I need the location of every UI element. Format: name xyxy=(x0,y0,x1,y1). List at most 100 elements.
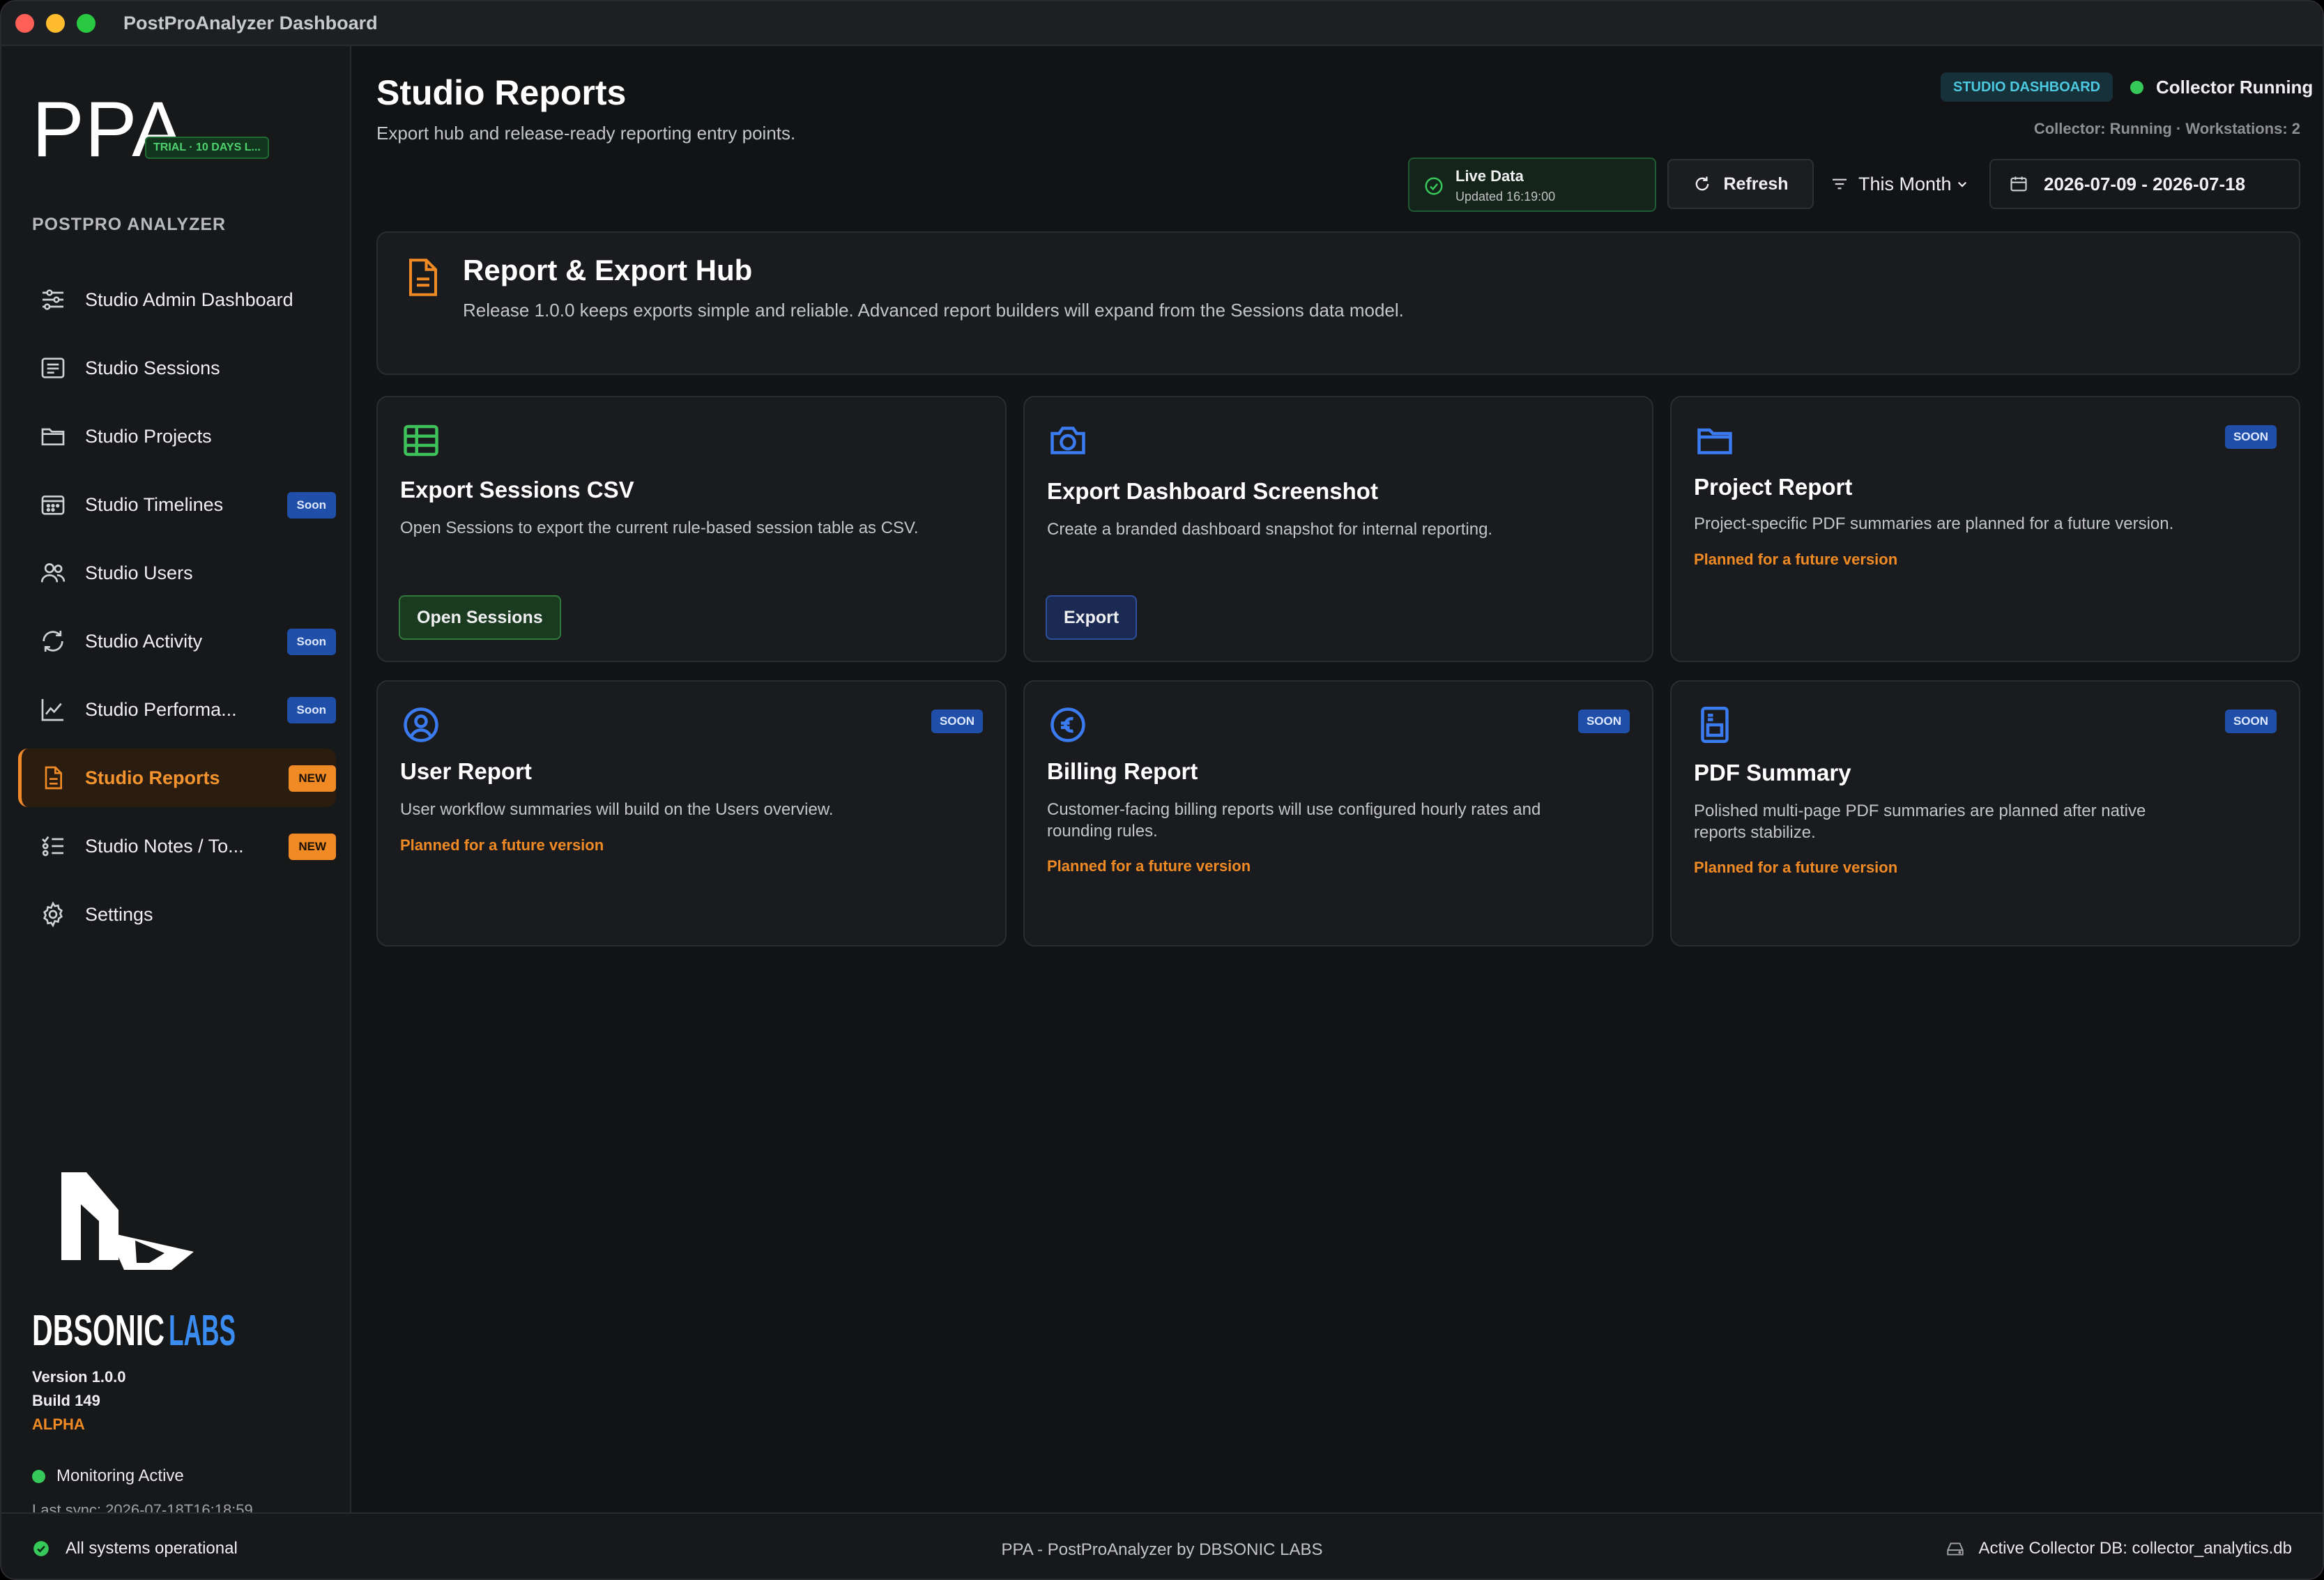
euro-icon xyxy=(1047,704,1089,746)
soon-badge: Soon xyxy=(286,629,336,655)
open-sessions-button[interactable]: Open Sessions xyxy=(399,595,561,640)
close-window-button[interactable] xyxy=(15,13,34,33)
export-dashboard-screenshot-card: Export Dashboard Screenshot Create a bra… xyxy=(1023,396,1653,662)
window-controls xyxy=(15,13,95,33)
sidebar-item-label: Studio Timelines xyxy=(85,493,224,515)
sync-icon xyxy=(39,627,67,655)
checklist-icon xyxy=(39,832,67,860)
sidebar-item-activity[interactable]: Studio Activity Soon xyxy=(18,612,336,670)
collector-detail: Collector: Running · Workstations: 2 xyxy=(2033,120,2300,137)
sidebar-item-users[interactable]: Studio Users xyxy=(18,544,336,602)
sidebar: PPA TRIAL · 10 DAYS L... POSTPRO ANALYZE… xyxy=(1,46,351,1519)
refresh-label: Refresh xyxy=(1723,174,1789,194)
sidebar-item-sessions[interactable]: Studio Sessions xyxy=(18,339,336,397)
sidebar-item-performance[interactable]: Studio Performa... Soon xyxy=(18,680,336,739)
tile-description: Polished multi-page PDF summaries are pl… xyxy=(1694,801,2146,842)
status-bar: All systems operational PPA - PostProAna… xyxy=(1,1512,2323,1579)
refresh-button[interactable]: Refresh xyxy=(1667,159,1814,209)
sidebar-item-label: Studio Sessions xyxy=(85,357,220,378)
export-button[interactable]: Export xyxy=(1046,595,1138,640)
tile-description: Create a branded dashboard snapshot for … xyxy=(1047,520,1493,539)
status-dot-icon xyxy=(2130,81,2143,94)
main-content: Studio Reports Export hub and release-re… xyxy=(353,46,2323,1512)
active-db-label: Active Collector DB: collector_analytics… xyxy=(1978,1539,2292,1558)
date-range-label: 2026-07-09 - 2026-07-18 xyxy=(2044,173,2246,194)
table-icon xyxy=(400,420,442,461)
sidebar-item-projects[interactable]: Studio Projects xyxy=(18,407,336,466)
zoom-window-button[interactable] xyxy=(77,13,95,33)
sidebar-item-admin-dashboard[interactable]: Studio Admin Dashboard xyxy=(18,270,336,329)
tile-description: User workflow summaries will build on th… xyxy=(400,800,834,819)
refresh-icon xyxy=(1696,176,1709,191)
build-label: Build 149 xyxy=(32,1392,100,1409)
drive-icon xyxy=(1947,1542,1964,1556)
new-badge: NEW xyxy=(289,834,336,860)
tile-title: PDF Summary xyxy=(1694,760,1851,785)
page-title: Studio Reports xyxy=(376,73,627,112)
planned-label: Planned for a future version xyxy=(1047,857,1251,875)
logo-text-dbsonic: DBSONIC xyxy=(32,1307,165,1353)
sidebar-item-notes[interactable]: Studio Notes / To... NEW xyxy=(18,817,336,875)
users-icon xyxy=(39,559,67,587)
sidebar-item-label: Settings xyxy=(85,903,153,925)
tile-title: Billing Report xyxy=(1047,758,1198,784)
calendar-icon xyxy=(39,491,67,519)
window-title: PostProAnalyzer Dashboard xyxy=(123,12,378,33)
trial-badge: TRIAL · 10 DAYS L... xyxy=(145,137,269,159)
soon-badge: SOON xyxy=(2224,710,2277,733)
collector-status: Collector Running xyxy=(2130,77,2313,98)
sidebar-nav: Studio Admin Dashboard Studio Sessions S… xyxy=(18,270,336,953)
project-report-card: SOON Project Report Project-specific PDF… xyxy=(1670,396,2300,662)
chevron-down-icon xyxy=(1957,181,1966,187)
sidebar-item-label: Studio Performa... xyxy=(85,698,237,720)
tile-title: Project Report xyxy=(1694,474,1853,500)
gear-icon xyxy=(39,900,67,928)
document-icon xyxy=(39,764,67,792)
document-icon xyxy=(408,259,438,296)
sidebar-item-label: Studio Projects xyxy=(85,425,212,447)
live-data-title: Live Data xyxy=(1455,167,1524,185)
sidebar-item-label: Studio Reports xyxy=(85,767,220,788)
tile-title: Export Dashboard Screenshot xyxy=(1047,478,1378,504)
sliders-icon xyxy=(39,286,67,314)
title-bar: PostProAnalyzer Dashboard xyxy=(1,1,2323,46)
soon-badge: Soon xyxy=(286,492,336,519)
dbsonic-logo-mark: DBSONIC LABS xyxy=(32,1172,236,1355)
minimize-window-button[interactable] xyxy=(46,13,65,33)
hub-title: Report & Export Hub xyxy=(463,254,753,286)
brand-subtitle: POSTPRO ANALYZER xyxy=(32,215,227,234)
live-data-indicator[interactable]: Live Data Updated 16:19:00 xyxy=(1408,158,1656,212)
monitoring-label: Monitoring Active xyxy=(56,1466,184,1485)
collector-status-label: Collector Running xyxy=(2156,77,2314,98)
planned-label: Planned for a future version xyxy=(1694,859,1898,876)
version-info: Version 1.0.0 Build 149 ALPHA xyxy=(32,1365,126,1436)
sidebar-item-settings[interactable]: Settings xyxy=(18,885,336,944)
calendar-icon xyxy=(2010,176,2027,192)
filter-icon xyxy=(1833,178,1847,190)
soon-badge: SOON xyxy=(931,710,983,733)
soon-badge: SOON xyxy=(2224,425,2277,449)
sidebar-item-label: Studio Admin Dashboard xyxy=(85,289,293,310)
channel-label: ALPHA xyxy=(32,1416,85,1433)
sidebar-item-reports[interactable]: Studio Reports NEW xyxy=(18,749,336,807)
planned-label: Planned for a future version xyxy=(1694,551,1898,568)
tile-title: Export Sessions CSV xyxy=(400,477,634,503)
sidebar-item-label: Studio Activity xyxy=(85,630,203,652)
live-data-updated: Updated 16:19:00 xyxy=(1455,190,1556,204)
dbsonic-labs-logo: DBSONIC LABS xyxy=(32,1165,241,1357)
planned-label: Planned for a future version xyxy=(400,836,604,854)
folder-icon xyxy=(1694,420,1736,461)
sidebar-item-timelines[interactable]: Studio Timelines Soon xyxy=(18,475,336,534)
monitoring-status: Monitoring Active xyxy=(32,1466,184,1486)
date-range-picker[interactable]: 2026-07-09 - 2026-07-18 xyxy=(1989,159,2300,209)
tile-description: Customer-facing billing reports will use… xyxy=(1047,800,1541,841)
soon-badge: Soon xyxy=(286,697,336,723)
billing-report-card: SOON Billing Report Customer-facing bill… xyxy=(1023,680,1653,946)
page-subtitle: Export hub and release-ready reporting e… xyxy=(376,123,796,144)
camera-icon xyxy=(1047,420,1089,461)
export-sessions-csv-card: Export Sessions CSV Open Sessions to exp… xyxy=(376,396,1007,662)
range-dropdown[interactable]: This Month xyxy=(1829,159,1975,209)
hub-description: Release 1.0.0 keeps exports simple and r… xyxy=(463,300,1404,321)
studio-dashboard-badge: STUDIO DASHBOARD xyxy=(1941,72,2113,102)
tile-description: Project-specific PDF summaries are plann… xyxy=(1694,514,2174,533)
